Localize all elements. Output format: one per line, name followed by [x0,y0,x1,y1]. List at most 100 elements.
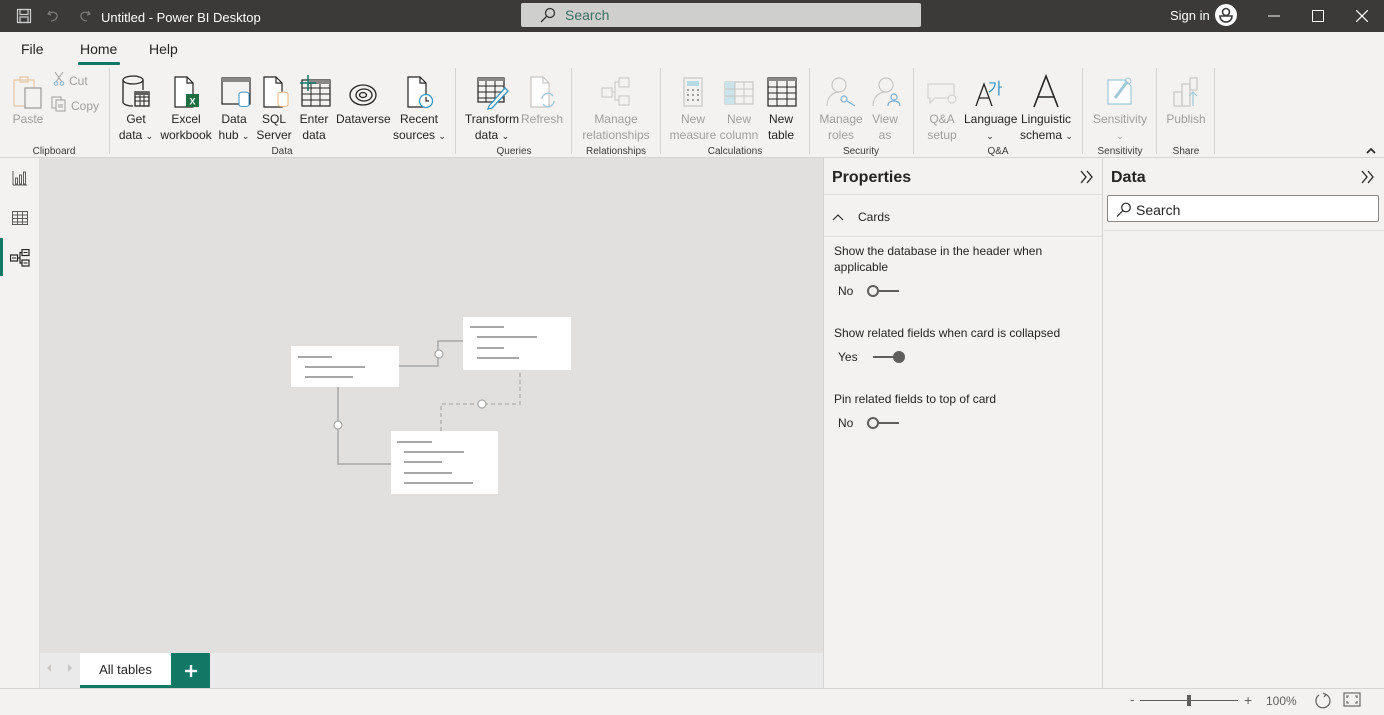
cards-section-header[interactable]: Cards [832,210,890,224]
enter-data-button[interactable]: Enter data [296,70,332,143]
new-table-button[interactable]: New table [762,70,800,143]
setting-label: Pin related fields to top of card [834,392,997,406]
publish-icon [1166,70,1206,110]
minimize-icon [1268,15,1280,17]
copy-button[interactable]: Copy [51,96,99,115]
group-label-sensitivity: Sensitivity [1097,146,1143,157]
publish-button[interactable]: Publish [1163,70,1209,127]
double-chevron-right-icon [1361,170,1374,184]
zoom-in-button[interactable]: + [1244,692,1252,708]
sensitivity-button[interactable]: Sensitivity ⌄ [1091,70,1149,144]
setting-label: Show related fields when card is collaps… [834,326,1061,340]
linguistic-schema-button[interactable]: Linguistic schema ⌄ [1020,70,1073,144]
manage-relationships-icon [596,70,636,110]
toggle-state-text: Yes [838,350,858,364]
tab-home[interactable]: Home [80,41,117,57]
table-card [463,317,571,370]
tab-file[interactable]: File [21,41,44,57]
zoom-slider-thumb[interactable] [1187,695,1191,706]
group-separator [571,68,572,154]
chevron-left-icon [47,664,51,672]
chevron-up-icon [832,214,844,221]
global-search-input[interactable]: Search [521,3,921,27]
redo-icon[interactable] [74,6,94,26]
layout-tab-bar: All tables [40,653,823,688]
table-icon [12,211,28,225]
transform-data-button[interactable]: Transform data ⌄ [464,70,520,144]
manage-roles-button[interactable]: Manage roles [818,70,864,143]
save-icon[interactable] [14,6,34,26]
model-canvas[interactable] [40,158,823,653]
sql-server-button[interactable]: SQL Server [256,70,292,143]
group-label-queries: Queries [496,146,532,157]
pin-related-fields-toggle[interactable] [866,416,900,430]
toggle-state-text: No [838,284,854,298]
chevron-right-icon [68,664,72,672]
report-view-button[interactable] [0,158,40,198]
undo-icon[interactable] [44,6,64,26]
title-bar: Untitled - Power BI Desktop Search Sign … [0,0,1384,32]
add-layout-button[interactable] [171,653,210,688]
close-button[interactable] [1340,0,1384,32]
group-label-relationships: Relationships [585,146,647,157]
view-as-button[interactable]: View as [866,70,904,143]
next-tab-button[interactable] [67,663,73,676]
table-view-button[interactable] [0,198,40,238]
properties-title: Properties [832,169,912,186]
show-related-fields-toggle[interactable] [872,350,906,364]
group-separator [1156,68,1157,154]
collapse-properties-button[interactable] [1080,168,1094,189]
group-label-clipboard: Clipboard [32,146,76,157]
maximize-button[interactable] [1296,0,1340,32]
tab-help[interactable]: Help [149,41,178,57]
chevron-up-icon [1366,147,1376,154]
recent-sources-icon [399,70,439,110]
language-button[interactable]: 가 Language ⌄ [964,70,1017,144]
setting-label: Show the database in the header when app… [834,244,1043,274]
scissors-icon [53,71,65,89]
excel-workbook-button[interactable]: X Excel workbook [159,70,213,143]
excel-icon: X [166,70,206,110]
data-hub-button[interactable]: Data hub ⌄ [216,70,252,144]
search-placeholder: Search [565,7,610,23]
chevron-down-icon: ⌄ [986,131,994,141]
get-data-button[interactable]: Get data ⌄ [116,70,156,144]
new-column-button[interactable]: New column [718,70,760,143]
toggle-state-text: No [838,416,854,430]
recent-sources-button[interactable]: Recent sources ⌄ [393,70,446,144]
minimize-button[interactable] [1252,0,1296,32]
dataverse-button[interactable]: Dataverse [336,70,391,127]
relationship-node [333,420,343,430]
paste-button[interactable]: Paste [8,70,48,127]
refresh-icon [522,70,562,110]
data-pane: Data Search [1104,158,1384,688]
manage-relationships-button[interactable]: Manage relationships [580,70,652,143]
show-database-toggle[interactable] [866,284,900,298]
new-measure-button[interactable]: New measure [669,70,717,143]
cut-button[interactable]: Cut [53,71,88,89]
reset-layout-button[interactable] [1314,692,1332,710]
tab-all-tables[interactable]: All tables [80,653,171,688]
zoom-out-button[interactable]: - [1130,692,1134,707]
view-as-icon [866,70,906,110]
group-label-share: Share [1172,146,1200,157]
sign-in-link[interactable]: Sign in [1170,8,1210,23]
account-avatar-icon[interactable] [1215,4,1237,26]
search-icon [540,7,556,23]
divider [824,194,1102,195]
previous-tab-button[interactable] [46,663,52,676]
bar-chart-icon [12,171,27,186]
maximize-icon [1312,10,1324,22]
fit-to-screen-button[interactable] [1343,692,1361,710]
ribbon: Paste Cut Copy Clipboard Get data ⌄ X Ex… [0,66,1384,158]
model-view-button[interactable] [0,238,40,278]
transform-data-icon [472,70,512,110]
qa-setup-button[interactable]: Q&A setup [922,70,962,143]
plus-icon [184,664,197,677]
window-title: Untitled - Power BI Desktop [101,10,261,25]
collapse-data-pane-button[interactable] [1361,168,1375,189]
table-card [391,431,498,494]
data-search-input[interactable]: Search [1107,195,1379,222]
refresh-button[interactable]: Refresh [521,70,563,127]
close-icon [1356,10,1368,22]
